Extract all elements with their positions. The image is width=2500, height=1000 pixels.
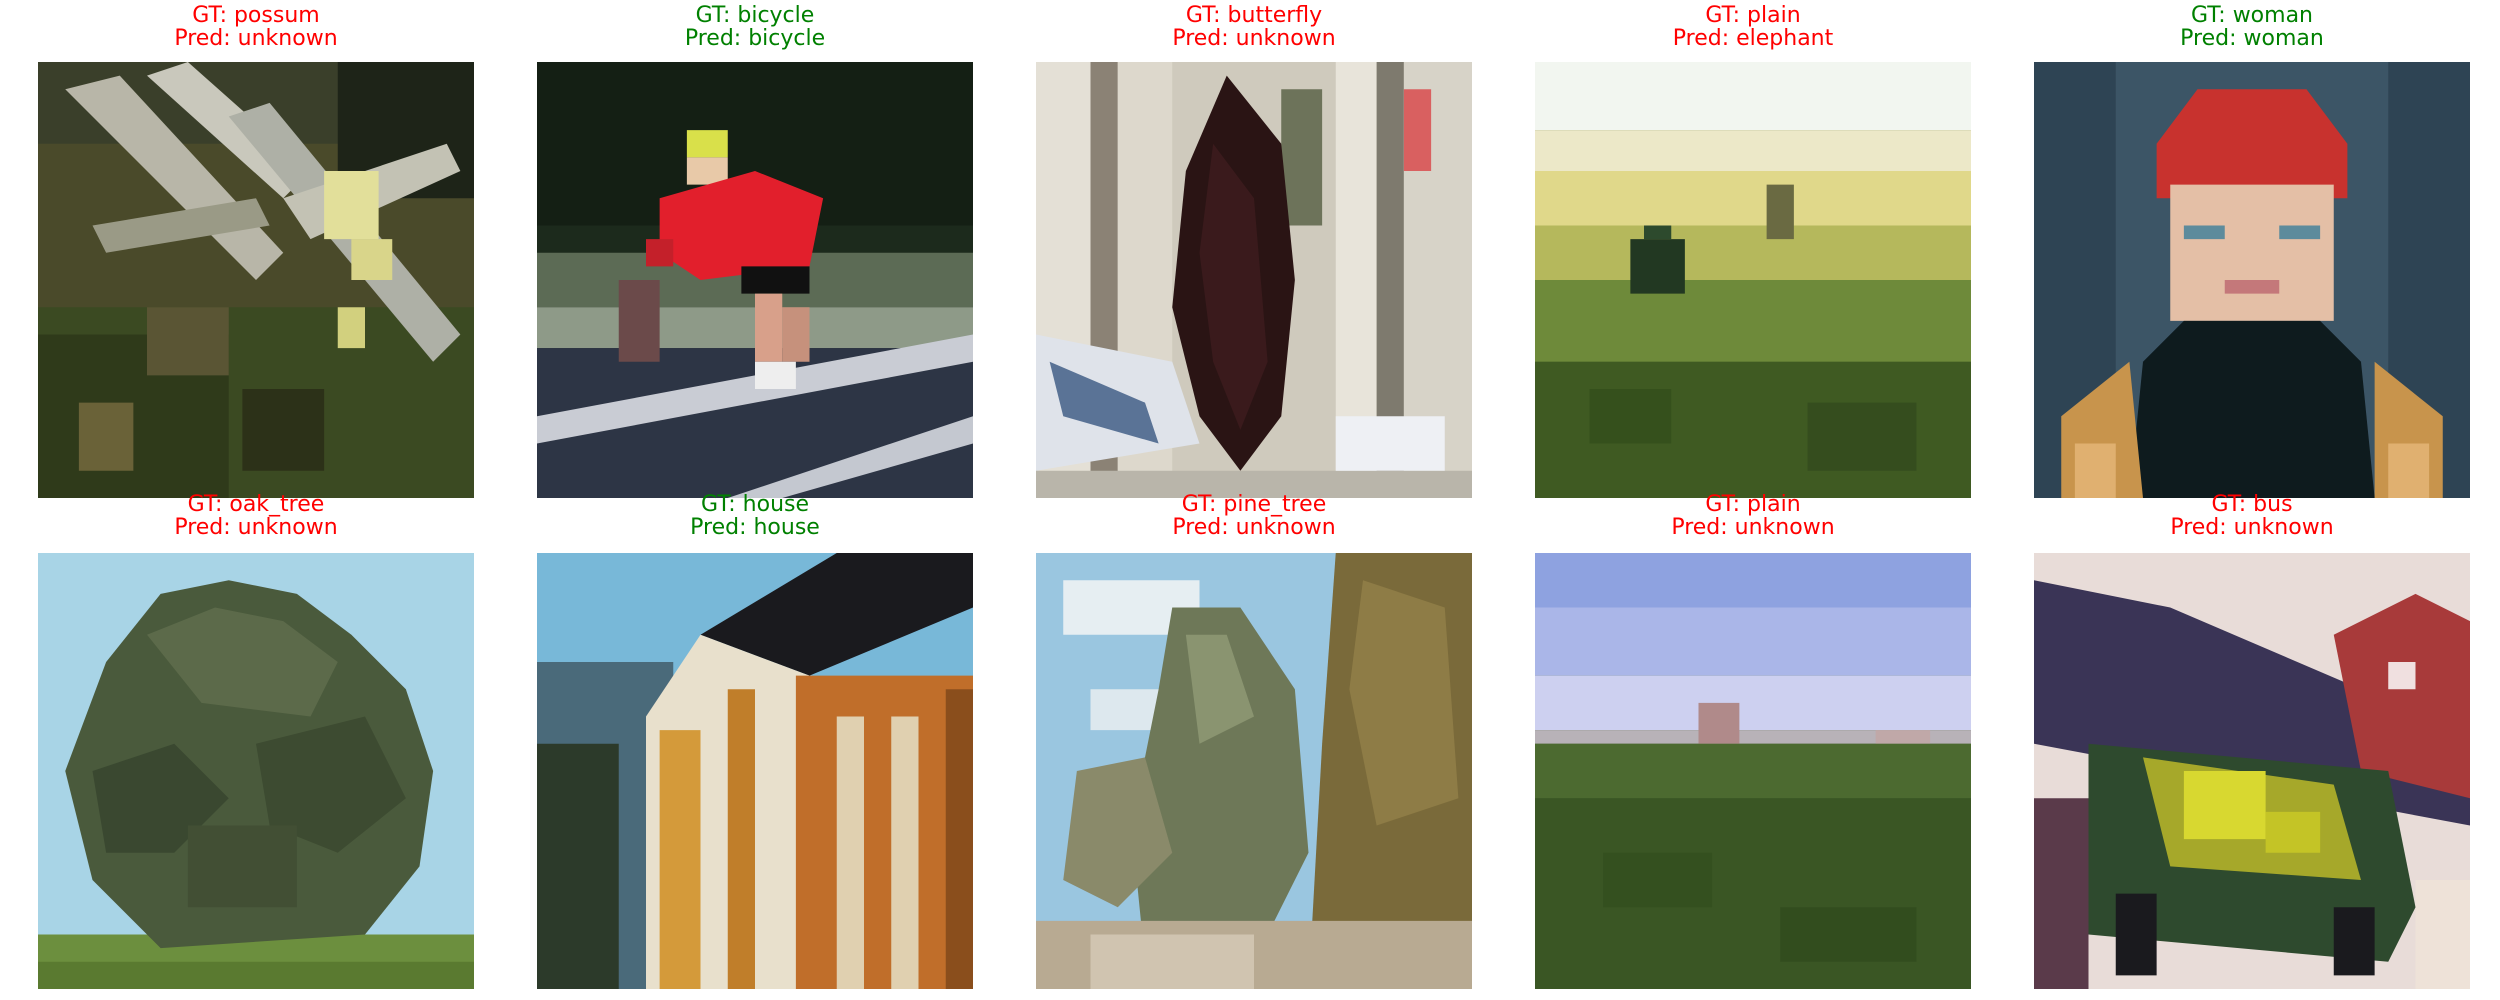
prediction-grid: GT: possum Pred: unknown GT: bicycle Pre…	[0, 0, 2500, 1000]
ground-truth-label: GT: plain	[1705, 3, 1801, 28]
prediction-label: Pred: bicycle	[684, 26, 826, 51]
prediction-label: Pred: unknown	[2170, 515, 2334, 540]
prediction-label: Pred: unknown	[1172, 515, 1336, 540]
ground-truth-label: GT: woman	[2191, 3, 2313, 28]
prediction-label: Pred: unknown	[174, 26, 338, 51]
prediction-label: Pred: unknown	[1671, 515, 1835, 540]
sample-image	[1535, 553, 1971, 989]
sample-caption: GT: bus Pred: unknown	[1994, 493, 2500, 539]
prediction-label: Pred: unknown	[174, 515, 338, 540]
sample-caption: GT: pine_tree Pred: unknown	[996, 493, 1512, 539]
ground-truth-label: GT: house	[700, 492, 810, 517]
sample-image	[2034, 62, 2470, 498]
sample-image	[1036, 553, 1472, 989]
sample-image	[537, 62, 973, 498]
ground-truth-label: GT: bus	[2211, 492, 2293, 517]
prediction-label: Pred: elephant	[1672, 26, 1834, 51]
ground-truth-label: GT: possum	[192, 3, 320, 28]
ground-truth-label: GT: pine_tree	[1181, 492, 1327, 517]
ground-truth-label: GT: bicycle	[695, 3, 815, 28]
sample-caption: GT: butterfly Pred: unknown	[996, 4, 1512, 50]
sample-caption: GT: house Pred: house	[497, 493, 1013, 539]
sample-image	[2034, 553, 2470, 989]
sample-caption: GT: plain Pred: unknown	[1495, 493, 2011, 539]
prediction-label: Pred: house	[690, 515, 820, 540]
sample-caption: GT: possum Pred: unknown	[0, 4, 514, 50]
sample-caption: GT: oak_tree Pred: unknown	[0, 493, 514, 539]
sample-caption: GT: plain Pred: elephant	[1495, 4, 2011, 50]
sample-image	[1036, 62, 1472, 498]
sample-caption: GT: bicycle Pred: bicycle	[497, 4, 1013, 50]
prediction-label: Pred: unknown	[1172, 26, 1336, 51]
ground-truth-label: GT: plain	[1705, 492, 1801, 517]
sample-caption: GT: woman Pred: woman	[1994, 4, 2500, 50]
ground-truth-label: GT: oak_tree	[187, 492, 325, 517]
sample-image	[537, 553, 973, 989]
sample-image	[1535, 62, 1971, 498]
sample-image	[38, 553, 474, 989]
ground-truth-label: GT: butterfly	[1185, 3, 1323, 28]
sample-image	[38, 62, 474, 498]
prediction-label: Pred: woman	[2180, 26, 2324, 51]
